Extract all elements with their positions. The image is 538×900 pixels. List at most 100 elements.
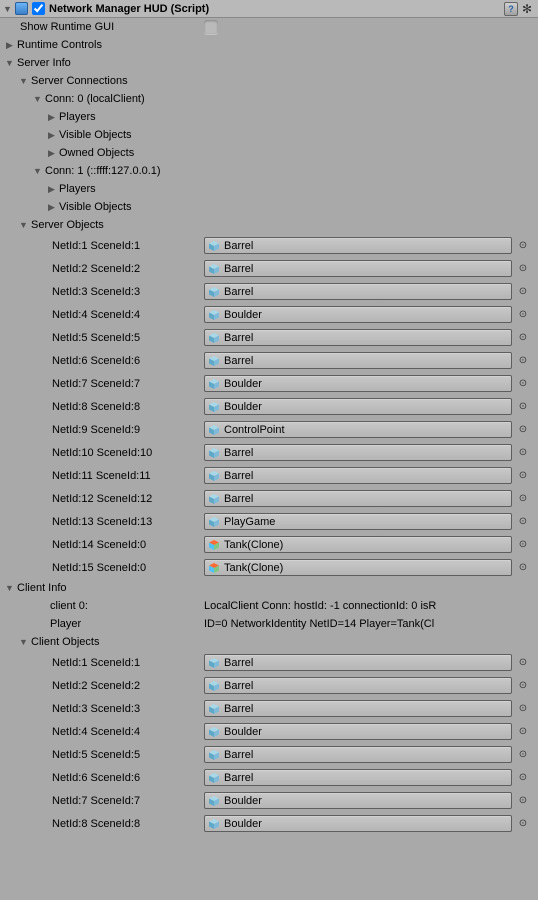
connection-child-row[interactable]: Visible Objects — [0, 198, 538, 216]
object-picker-icon[interactable]: ⊙ — [514, 260, 532, 277]
client-info-label: Client Info — [17, 582, 67, 594]
object-field[interactable]: Tank(Clone) — [204, 559, 512, 576]
runtime-controls-row[interactable]: Runtime Controls — [0, 36, 538, 54]
object-picker-icon[interactable]: ⊙ — [514, 490, 532, 507]
object-picker-icon[interactable]: ⊙ — [514, 237, 532, 254]
object-field[interactable]: ControlPoint — [204, 421, 512, 438]
object-field[interactable]: Barrel — [204, 260, 512, 277]
object-id-label: NetId:4 SceneId:4 — [52, 726, 204, 738]
object-picker-icon[interactable]: ⊙ — [514, 559, 532, 576]
object-name: Barrel — [224, 493, 253, 505]
object-picker-icon[interactable]: ⊙ — [514, 375, 532, 392]
object-picker-icon[interactable]: ⊙ — [514, 513, 532, 530]
server-info-row[interactable]: Server Info — [0, 54, 538, 72]
object-field[interactable]: Tank(Clone) — [204, 536, 512, 553]
object-name: Barrel — [224, 749, 253, 761]
connection-child-fold-icon[interactable] — [46, 202, 57, 213]
server-objects-row[interactable]: Server Objects — [0, 216, 538, 234]
object-field[interactable]: PlayGame — [204, 513, 512, 530]
object-field[interactable]: Boulder — [204, 398, 512, 415]
client-info-row[interactable]: Client Info — [0, 579, 538, 597]
object-name: Barrel — [224, 240, 253, 252]
connection-child-label: Visible Objects — [59, 201, 132, 213]
object-picker-icon[interactable]: ⊙ — [514, 283, 532, 300]
object-field[interactable]: Barrel — [204, 237, 512, 254]
connection-child-row[interactable]: Visible Objects — [0, 126, 538, 144]
object-field[interactable]: Barrel — [204, 329, 512, 346]
object-field[interactable]: Barrel — [204, 467, 512, 484]
client-object-row: NetId:3 SceneId:3 Barrel ⊙ — [0, 697, 538, 720]
object-picker-icon[interactable]: ⊙ — [514, 467, 532, 484]
object-picker-icon[interactable]: ⊙ — [514, 306, 532, 323]
object-field[interactable]: Boulder — [204, 815, 512, 832]
client-object-row: NetId:5 SceneId:5 Barrel ⊙ — [0, 743, 538, 766]
gear-icon[interactable]: ✻ — [522, 2, 532, 16]
connection-child-fold-icon[interactable] — [46, 184, 57, 195]
client-object-row: NetId:8 SceneId:8 Boulder ⊙ — [0, 812, 538, 835]
show-runtime-gui-label: Show Runtime GUI — [20, 21, 114, 33]
connection-child-row[interactable]: Players — [0, 108, 538, 126]
show-runtime-gui-row: Show Runtime GUI — [0, 18, 538, 36]
object-field[interactable]: Barrel — [204, 654, 512, 671]
object-picker-icon[interactable]: ⊙ — [514, 421, 532, 438]
object-picker-icon[interactable]: ⊙ — [514, 746, 532, 763]
object-field[interactable]: Boulder — [204, 792, 512, 809]
component-fold-icon[interactable]: ▼ — [2, 4, 13, 14]
connection-child-row[interactable]: Owned Objects — [0, 144, 538, 162]
runtime-controls-fold-icon[interactable] — [4, 40, 15, 51]
object-picker-icon[interactable]: ⊙ — [514, 654, 532, 671]
object-field[interactable]: Barrel — [204, 746, 512, 763]
client-object-row: NetId:7 SceneId:7 Boulder ⊙ — [0, 789, 538, 812]
object-field[interactable]: Barrel — [204, 283, 512, 300]
object-field[interactable]: Barrel — [204, 490, 512, 507]
client0-row: client 0: LocalClient Conn: hostId: -1 c… — [0, 597, 538, 615]
object-picker-icon[interactable]: ⊙ — [514, 815, 532, 832]
player-value: ID=0 NetworkIdentity NetID=14 Player=Tan… — [204, 618, 538, 630]
object-picker-icon[interactable]: ⊙ — [514, 677, 532, 694]
help-icon[interactable]: ? — [504, 2, 518, 16]
object-name: Barrel — [224, 447, 253, 459]
object-picker-icon[interactable]: ⊙ — [514, 352, 532, 369]
object-name: ControlPoint — [224, 424, 285, 436]
client-objects-row[interactable]: Client Objects — [0, 633, 538, 651]
object-name: Boulder — [224, 726, 262, 738]
connection-child-fold-icon[interactable] — [46, 148, 57, 159]
client-info-fold-icon[interactable] — [4, 583, 15, 593]
object-name: Barrel — [224, 263, 253, 275]
client-objects-fold-icon[interactable] — [18, 637, 29, 647]
connection-child-row[interactable]: Players — [0, 180, 538, 198]
server-info-fold-icon[interactable] — [4, 58, 15, 68]
object-field[interactable]: Barrel — [204, 700, 512, 717]
server-connections-fold-icon[interactable] — [18, 76, 29, 86]
object-field[interactable]: Boulder — [204, 375, 512, 392]
object-picker-icon[interactable]: ⊙ — [514, 723, 532, 740]
connection-fold-icon[interactable] — [32, 94, 43, 104]
object-field[interactable]: Barrel — [204, 352, 512, 369]
object-field[interactable]: Boulder — [204, 723, 512, 740]
object-id-label: NetId:1 SceneId:1 — [52, 240, 204, 252]
show-runtime-gui-checkbox[interactable] — [204, 20, 218, 34]
object-name: Barrel — [224, 286, 253, 298]
object-picker-icon[interactable]: ⊙ — [514, 398, 532, 415]
connection-fold-icon[interactable] — [32, 166, 43, 176]
object-picker-icon[interactable]: ⊙ — [514, 536, 532, 553]
connection-row[interactable]: Conn: 0 (localClient) — [0, 90, 538, 108]
object-picker-icon[interactable]: ⊙ — [514, 329, 532, 346]
connection-row[interactable]: Conn: 1 (::ffff:127.0.0.1) — [0, 162, 538, 180]
server-objects-fold-icon[interactable] — [18, 220, 29, 230]
object-field[interactable]: Boulder — [204, 306, 512, 323]
connection-child-label: Players — [59, 183, 96, 195]
object-picker-icon[interactable]: ⊙ — [514, 700, 532, 717]
object-field[interactable]: Barrel — [204, 677, 512, 694]
client-object-row: NetId:6 SceneId:6 Barrel ⊙ — [0, 766, 538, 789]
object-field[interactable]: Barrel — [204, 444, 512, 461]
connection-child-fold-icon[interactable] — [46, 112, 57, 123]
component-enabled-checkbox[interactable] — [32, 2, 45, 15]
server-connections-row[interactable]: Server Connections — [0, 72, 538, 90]
client0-value: LocalClient Conn: hostId: -1 connectionI… — [204, 600, 538, 612]
object-picker-icon[interactable]: ⊙ — [514, 769, 532, 786]
object-picker-icon[interactable]: ⊙ — [514, 792, 532, 809]
object-field[interactable]: Barrel — [204, 769, 512, 786]
connection-child-fold-icon[interactable] — [46, 130, 57, 141]
object-picker-icon[interactable]: ⊙ — [514, 444, 532, 461]
